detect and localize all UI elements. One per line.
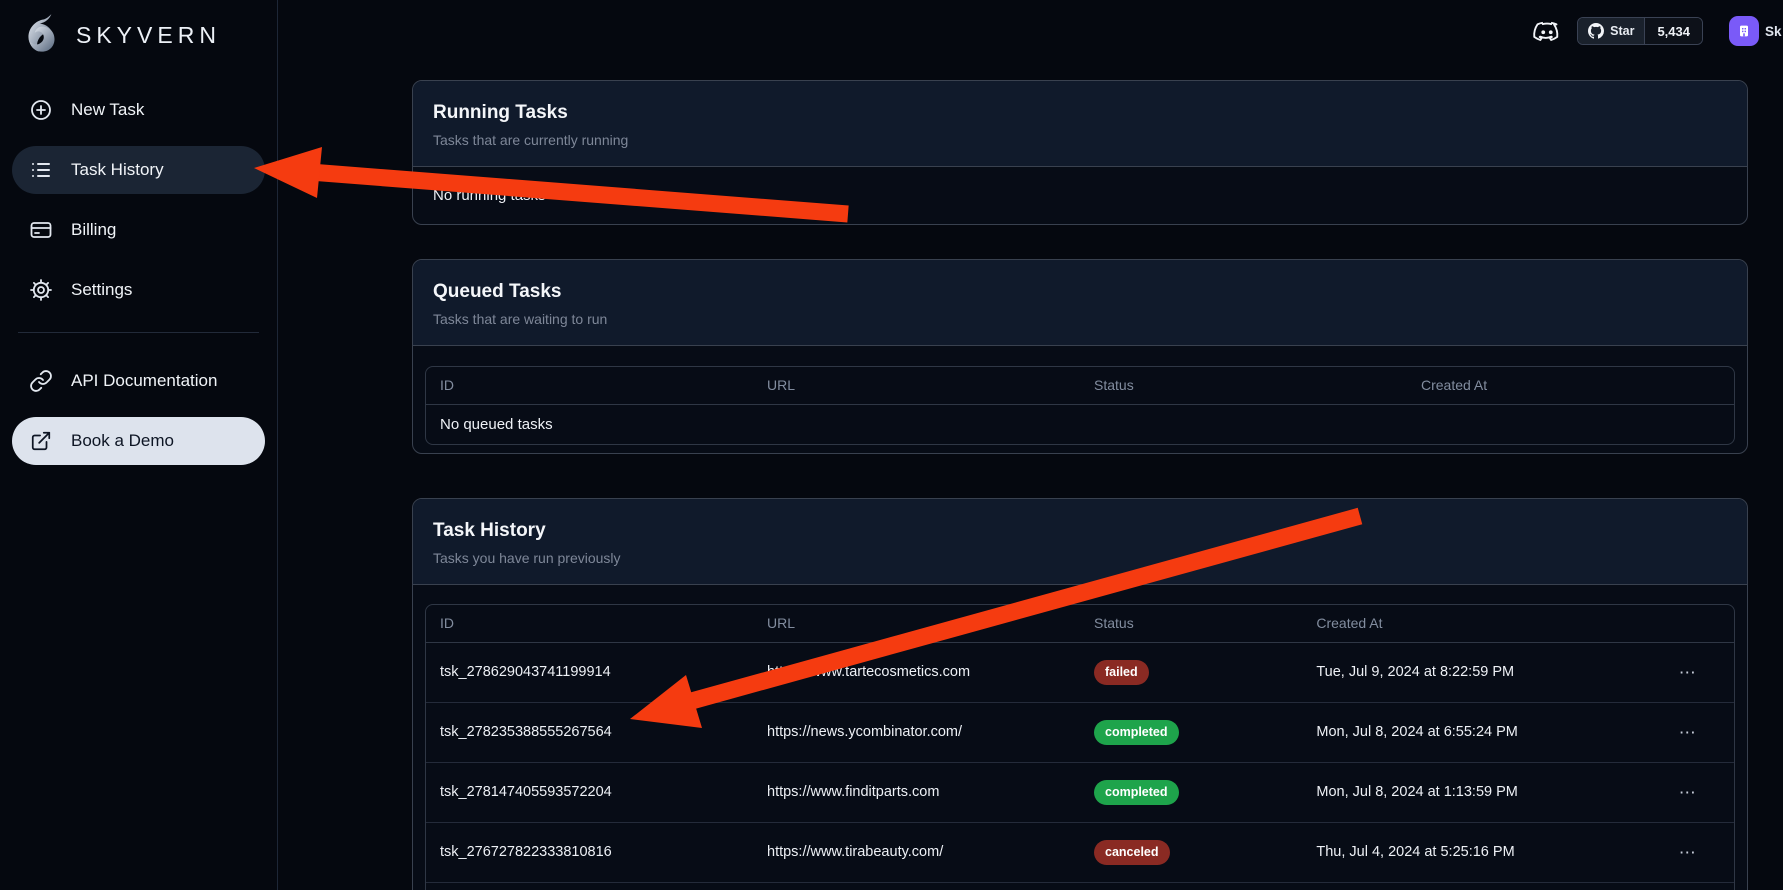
discord-icon[interactable]: [1531, 16, 1563, 46]
task-created-cell: Mon, Jul 8, 2024 at 1:13:59 PM: [1302, 762, 1642, 822]
row-actions-button[interactable]: ⋯: [1673, 661, 1704, 685]
column-header-created-at: Created At: [1302, 605, 1642, 643]
table-row[interactable]: tsk_274180139292204058 https://www.geico…: [426, 882, 1734, 890]
task-url-cell: https://news.ycombinator.com/: [753, 702, 1080, 762]
github-star-label: Star: [1610, 24, 1634, 38]
running-tasks-card: Running Tasks Tasks that are currently r…: [412, 80, 1748, 225]
brand-name: SKYVERN: [76, 22, 221, 49]
sidebar-item-settings[interactable]: Settings: [12, 266, 265, 314]
running-tasks-header: Running Tasks Tasks that are currently r…: [413, 81, 1747, 167]
column-header-actions: [1642, 605, 1734, 643]
topbar: Star 5,434 Sk: [1531, 0, 1783, 62]
queued-tasks-empty-text: No queued tasks: [426, 405, 1734, 444]
table-row[interactable]: tsk_278235388555267564 https://news.ycom…: [426, 702, 1734, 762]
github-star-segment[interactable]: Star: [1578, 18, 1644, 44]
row-actions-button[interactable]: ⋯: [1673, 721, 1704, 745]
status-badge: failed: [1094, 660, 1149, 685]
github-star-count[interactable]: 5,434: [1644, 18, 1702, 44]
card-title: Task History: [433, 519, 1727, 542]
logo[interactable]: SKYVERN: [12, 8, 265, 62]
card-title: Running Tasks: [433, 101, 1727, 124]
card-subtitle: Tasks that are currently running: [433, 132, 1727, 149]
credit-card-icon: [29, 218, 53, 242]
status-badge: completed: [1094, 720, 1179, 745]
sidebar-divider: [18, 332, 259, 333]
sidebar-nav: New Task Task History Billing: [12, 86, 265, 314]
link-icon: [29, 369, 53, 393]
task-url-cell: https://www.tartecosmetics.com: [753, 643, 1080, 702]
sidebar-item-label: API Documentation: [71, 371, 217, 391]
task-url-cell: https://www.geico.com: [753, 882, 1080, 890]
card-subtitle: Tasks you have run previously: [433, 550, 1727, 567]
task-created-cell: Thu, Jun 27, 2024 at 8:38:58 PM: [1302, 882, 1642, 890]
plus-circle-icon: [29, 98, 53, 122]
sidebar-item-label: Settings: [71, 280, 132, 300]
queued-tasks-header: Queued Tasks Tasks that are waiting to r…: [413, 260, 1747, 346]
skyvern-app: SKYVERN New Task Task History: [0, 0, 1783, 890]
status-badge: completed: [1094, 780, 1179, 805]
queued-tasks-card: Queued Tasks Tasks that are waiting to r…: [412, 259, 1748, 454]
sidebar-item-label: New Task: [71, 100, 144, 120]
running-tasks-empty-text: No running tasks: [413, 167, 1747, 224]
user-avatar[interactable]: [1729, 16, 1759, 46]
sidebar-secondary-nav: API Documentation Book a Demo: [12, 357, 265, 465]
status-badge: canceled: [1094, 840, 1170, 865]
task-created-cell: Thu, Jul 4, 2024 at 5:25:16 PM: [1302, 822, 1642, 882]
task-created-cell: Mon, Jul 8, 2024 at 6:55:24 PM: [1302, 702, 1642, 762]
skyvern-dragon-logo-icon: [16, 10, 68, 60]
sidebar-item-billing[interactable]: Billing: [12, 206, 265, 254]
task-id-cell: tsk_278629043741199914: [426, 643, 753, 702]
github-octocat-icon: [1588, 23, 1604, 39]
task-history-header: Task History Tasks you have run previous…: [413, 499, 1747, 585]
column-header-status: Status: [1080, 367, 1407, 405]
gear-icon: [29, 278, 53, 302]
task-id-cell: tsk_278147405593572204: [426, 762, 753, 822]
column-header-created-at: Created At: [1407, 367, 1734, 405]
table-row[interactable]: tsk_278629043741199914 https://www.tarte…: [426, 643, 1734, 702]
sidebar-item-book-a-demo[interactable]: Book a Demo: [12, 417, 265, 465]
sidebar-item-label: Billing: [71, 220, 116, 240]
row-actions-button[interactable]: ⋯: [1673, 841, 1704, 865]
table-row[interactable]: tsk_278147405593572204 https://www.findi…: [426, 762, 1734, 822]
sidebar-item-new-task[interactable]: New Task: [12, 86, 265, 134]
task-id-cell: tsk_278235388555267564: [426, 702, 753, 762]
task-id-cell: tsk_274180139292204058: [426, 882, 753, 890]
row-actions-button[interactable]: ⋯: [1673, 781, 1704, 805]
sidebar-item-label: Task History: [71, 160, 164, 180]
task-url-cell: https://www.tirabeauty.com/: [753, 822, 1080, 882]
card-subtitle: Tasks that are waiting to run: [433, 311, 1727, 328]
queued-tasks-table: ID URL Status Created At No queued tasks: [425, 366, 1735, 445]
building-icon: [1736, 23, 1752, 39]
sidebar-item-api-documentation[interactable]: API Documentation: [12, 357, 265, 405]
column-header-url: URL: [753, 605, 1080, 643]
sidebar-item-label: Book a Demo: [71, 431, 174, 451]
task-url-cell: https://www.finditparts.com: [753, 762, 1080, 822]
column-header-id: ID: [426, 605, 753, 643]
column-header-url: URL: [753, 367, 1080, 405]
task-id-cell: tsk_276727822333810816: [426, 822, 753, 882]
external-link-icon: [29, 429, 53, 453]
user-name[interactable]: Sk: [1765, 24, 1783, 39]
task-history-card: Task History Tasks you have run previous…: [412, 498, 1748, 890]
list-icon: [29, 158, 53, 182]
sidebar-item-task-history[interactable]: Task History: [12, 146, 265, 194]
main-content: Running Tasks Tasks that are currently r…: [278, 80, 1783, 890]
task-history-table: ID URL Status Created At tsk_27862904374…: [425, 604, 1735, 890]
table-row[interactable]: tsk_276727822333810816 https://www.tirab…: [426, 822, 1734, 882]
github-star-button[interactable]: Star 5,434: [1577, 17, 1703, 45]
task-created-cell: Tue, Jul 9, 2024 at 8:22:59 PM: [1302, 643, 1642, 702]
card-title: Queued Tasks: [433, 280, 1727, 303]
sidebar: SKYVERN New Task Task History: [0, 0, 278, 890]
column-header-status: Status: [1080, 605, 1302, 643]
column-header-id: ID: [426, 367, 753, 405]
